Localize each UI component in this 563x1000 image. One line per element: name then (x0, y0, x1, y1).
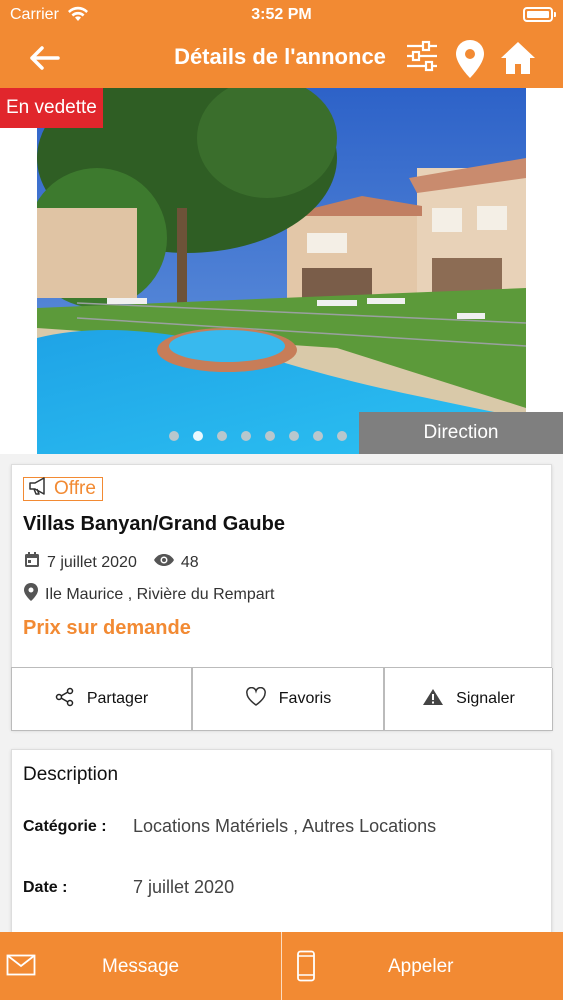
nav-bar: Détails de l'annonce (0, 30, 563, 88)
share-button[interactable]: Partager (11, 668, 192, 731)
listing-date: 7 juillet 2020 (47, 553, 137, 571)
report-label: Signaler (456, 690, 515, 707)
carousel-dot[interactable] (193, 431, 203, 441)
home-icon[interactable] (498, 38, 538, 80)
calendar-icon (23, 551, 41, 574)
listing-price: Prix sur demande (23, 617, 191, 639)
location-pin-icon (23, 582, 39, 607)
direction-button[interactable]: Direction (359, 412, 563, 454)
carousel-dot[interactable] (265, 431, 275, 441)
listing-title: Villas Banyan/Grand Gaube (23, 513, 285, 535)
photo-carousel[interactable]: En vedette Direction (0, 88, 563, 454)
carousel-dots[interactable] (169, 428, 361, 441)
carousel-dot[interactable] (289, 431, 299, 441)
bottom-bar: Message Appeler (0, 932, 563, 1000)
envelope-icon (6, 954, 36, 982)
description-heading: Description (23, 764, 119, 785)
eye-icon (153, 553, 175, 572)
status-bar: Carrier 3:52 PM (0, 0, 563, 30)
filter-sliders-icon[interactable] (404, 38, 444, 80)
category-value: Locations Matériels , Autres Locations (133, 816, 437, 836)
date-value: 7 juillet 2020 (133, 877, 235, 897)
page-title: Détails de l'annonce (174, 44, 386, 69)
carousel-dot[interactable] (217, 431, 227, 441)
description-card: Description Catégorie : Locations Matéri… (11, 749, 552, 949)
phone-icon (296, 950, 316, 988)
heart-icon (245, 686, 267, 712)
view-count: 48 (180, 553, 199, 571)
listing-location: Ile Maurice , Rivière du Rempart (23, 582, 274, 607)
category-label: Catégorie : (23, 818, 107, 835)
carousel-dot[interactable] (337, 431, 347, 441)
listing-card: Offre Villas Banyan/Grand Gaube 7 juille… (11, 464, 553, 731)
megaphone-icon (28, 477, 50, 501)
location-text: Ile Maurice , Rivière du Rempart (45, 585, 275, 603)
listing-meta: 7 juillet 2020 48 (23, 551, 199, 574)
arrow-left-icon[interactable] (28, 42, 68, 74)
map-pin-icon[interactable] (452, 38, 492, 80)
top-bar: Carrier 3:52 PM Détails de l'annonce (0, 0, 563, 88)
call-label: Appeler (388, 956, 454, 977)
carousel-dot[interactable] (169, 431, 179, 441)
share-icon (55, 687, 75, 712)
battery-icon (523, 7, 556, 22)
carousel-dot[interactable] (313, 431, 323, 441)
favorite-button[interactable]: Favoris (192, 668, 384, 731)
offer-tag: Offre (23, 477, 103, 501)
listing-photo (37, 88, 526, 454)
date-label: Date : (23, 879, 68, 896)
featured-badge: En vedette (0, 88, 103, 128)
message-button[interactable]: Message (0, 932, 281, 1000)
favorite-label: Favoris (278, 690, 332, 707)
clock: 3:52 PM (251, 6, 312, 23)
warning-icon (422, 688, 444, 711)
message-label: Message (102, 956, 180, 977)
offer-tag-label: Offre (54, 478, 96, 499)
action-row: Partager Favoris Signaler (11, 667, 553, 731)
carousel-dot[interactable] (241, 431, 251, 441)
report-button[interactable]: Signaler (384, 668, 553, 731)
share-label: Partager (86, 690, 149, 707)
call-button[interactable]: Appeler (282, 932, 563, 1000)
